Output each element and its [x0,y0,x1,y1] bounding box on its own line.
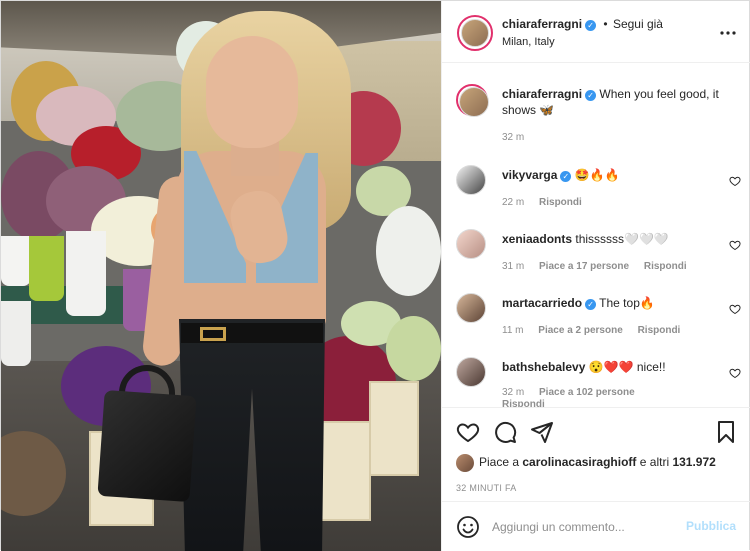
comment-username[interactable]: xeniaadonts [502,232,572,246]
post-photo[interactable] [1,1,441,551]
verified-badge-icon: ✓ [560,171,572,182]
like-comment-heart-icon[interactable] [729,303,741,315]
reply-button[interactable]: Rispondi [638,325,681,336]
commenter-avatar[interactable] [456,293,486,323]
comment-likes[interactable]: Piace a 17 persone [539,261,629,272]
commenter-avatar[interactable] [456,357,486,387]
post-caption: chiaraferragni ✓ When you feel good, it s… [456,84,741,154]
publish-button[interactable]: Pubblica [686,519,736,533]
comments-list[interactable]: chiaraferragni ✓ When you feel good, it s… [442,63,750,407]
comment-item: vikyvarga ✓ 🤩🔥🔥 22 m Rispondi [456,165,741,215]
more-options-icon[interactable] [720,23,736,41]
likes-count[interactable]: 131.972 [672,455,715,469]
comment-input[interactable] [492,517,682,537]
author-username[interactable]: chiaraferragni [502,17,582,31]
verified-badge-icon: ✓ [585,20,597,31]
verified-badge-icon: ✓ [585,299,597,310]
bookmark-icon[interactable] [714,420,738,444]
like-comment-heart-icon[interactable] [729,367,741,379]
comment-time[interactable]: 31 m [502,261,524,272]
comment-item: martacarriedo ✓ The top🔥 11 m Piace a 2 p… [456,293,741,343]
comment-text: The top🔥 [599,296,655,310]
heart-icon[interactable] [456,420,480,444]
comment-text: 🤩🔥🔥 [574,168,620,182]
caption-username[interactable]: chiaraferragni [502,87,582,101]
post-header: chiaraferragni ✓ • Segui già Milan, Italy [442,1,750,63]
comment-composer: Pubblica [442,501,750,551]
liker-username[interactable]: carolinacasiraghioff [522,455,636,469]
commenter-avatar[interactable] [456,165,486,195]
share-icon[interactable] [530,420,554,444]
comment-likes[interactable]: Piace a 2 persone [538,325,623,336]
reply-button[interactable]: Rispondi [539,197,582,208]
commenter-avatar[interactable] [456,229,486,259]
emoji-icon[interactable] [456,515,480,539]
comment-time[interactable]: 32 m [502,387,524,398]
author-avatar[interactable] [457,15,493,51]
comment-time[interactable]: 11 m [502,325,524,336]
instagram-post-modal: chiaraferragni ✓ • Segui già Milan, Italy… [0,0,750,551]
caption-avatar[interactable] [456,84,489,117]
reply-button[interactable]: Rispondi [644,261,687,272]
comment-text: thissssss🤍🤍🤍 [575,232,669,246]
liker-avatar [456,454,474,472]
comment-item: bathshebalevy 😯❤️❤️ nice!! 32 m Piace a … [456,357,741,407]
reply-button[interactable]: Rispondi [502,399,545,407]
following-button[interactable]: Segui già [613,17,663,31]
comment-text: 😯❤️❤️ nice!! [588,360,666,374]
avatar [461,19,489,47]
post-location[interactable]: Milan, Italy [502,36,555,48]
comment-likes[interactable]: Piace a 102 persone [539,387,635,398]
verified-badge-icon: ✓ [585,90,597,101]
comment-username[interactable]: bathshebalevy [502,360,585,374]
like-comment-heart-icon[interactable] [729,175,741,187]
comment-username[interactable]: martacarriedo [502,296,582,310]
comment-time[interactable]: 22 m [502,197,524,208]
header-separator: • [603,17,608,31]
caption-time[interactable]: 32 m [502,132,524,143]
likes-summary[interactable]: Piace a carolinacasiraghioff e altri 131… [456,454,716,472]
post-sidebar: chiaraferragni ✓ • Segui già Milan, Italy… [441,1,750,551]
post-timestamp[interactable]: 32 MINUTI FA [456,483,517,493]
photo-scene [1,1,441,551]
comment-item: xeniaadonts thissssss🤍🤍🤍 31 m Piace a 17… [456,229,741,279]
like-comment-heart-icon[interactable] [729,239,741,251]
comment-icon[interactable] [493,420,517,444]
comment-username[interactable]: vikyvarga [502,168,557,182]
